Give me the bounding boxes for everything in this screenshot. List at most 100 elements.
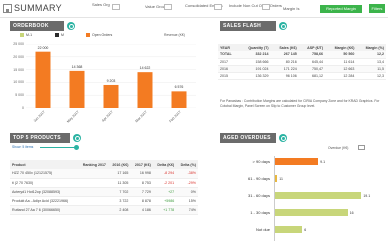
sales-flash-cell: 50 560: [325, 51, 357, 59]
product-cell: 74%: [176, 205, 198, 215]
filter-label-margin: Margin Is: [283, 6, 300, 11]
legend-item-m1: M-1: [20, 33, 32, 37]
aged-overdues-bar[interactable]: [275, 209, 348, 216]
sales-flash-row[interactable]: 2017 158 666 80 216 645,44 11 614 13,4: [218, 58, 386, 66]
top-products-table: Product Ranking 2017 2016 (K€) 2017 (K€)…: [10, 160, 198, 215]
orderbook-header: ORDERBOOK: [10, 21, 64, 31]
filter-label-sales-org: Sales Org: [92, 2, 110, 7]
aged-overdues-currency-note: Overdue (K€): [328, 146, 349, 150]
aged-overdues-bar[interactable]: [275, 192, 362, 199]
col-2016: 2016 (K€): [107, 160, 131, 169]
aged-overdues-bar[interactable]: [275, 175, 278, 182]
orderbook-bar-value: 6 576: [174, 85, 184, 90]
product-cell: 0%: [176, 187, 198, 197]
orderbook-bar-value: 14 368: [71, 64, 83, 69]
product-cell: -38%: [176, 169, 198, 179]
product-cell: 2 408: [107, 205, 131, 215]
sales-flash-row[interactable]: 2015 136 329 96 106 681,12 12 284 12,3: [218, 72, 386, 80]
aged-overdues-category-label: > 90 days: [252, 159, 270, 164]
aged-overdues-category-label: 1 - 30 days: [250, 210, 270, 215]
product-cell: 15%: [176, 196, 198, 206]
product-cell: +1 778: [152, 205, 177, 215]
margin-select[interactable]: Reported Margin: [320, 5, 362, 13]
legend-item-open-orders: Open Orders: [86, 33, 112, 37]
sales-flash-header: SALES FLASH: [220, 21, 276, 31]
aged-overdues-category-label: 31 - 60 days: [247, 193, 270, 198]
aged-overdues-bar-value: 16: [349, 210, 354, 215]
col-margin-pct: Margin (%): [356, 44, 386, 51]
sales-flash-cell: 12 284: [325, 72, 357, 80]
show-items-slider-handle[interactable]: [74, 145, 79, 150]
orderbook-bar-value: 14 622: [139, 66, 151, 71]
product-cell: [77, 169, 108, 179]
product-row[interactable]: Ruttand 27 Aa 7 6 (30066650) 2 408 4 186 +1…: [10, 205, 198, 215]
consolidated-select[interactable]: [214, 4, 222, 10]
sales-flash-cell: 12 663: [325, 65, 357, 73]
orderbook-bar[interactable]: [137, 72, 153, 108]
product-cell: [77, 205, 108, 215]
show-items-selector[interactable]: Show: 5 items: [12, 145, 33, 150]
top-products-info-icon[interactable]: [73, 134, 81, 142]
sales-org-select[interactable]: [112, 4, 120, 10]
col-delta: Delta (K€): [152, 160, 177, 169]
product-row[interactable]: Produkt Aa - Adipr Acid (32221966) 3 722 8…: [10, 196, 198, 206]
aged-overdues-bar-value: 6: [304, 227, 307, 232]
product-row[interactable]: ti (2 70 7630) 11 305 8 753 -2 201 -29%: [10, 178, 198, 188]
orderbook-x-tick: Jun 2017: [32, 110, 46, 124]
sales-flash-row[interactable]: 2016 191 024 171 224 750,47 12 663 11,5: [218, 65, 386, 73]
sales-flash-header-row: YEAR Quantity (T) Sales (K€) ASP (€/T) M…: [218, 44, 386, 51]
legend-item-m: M: [55, 33, 64, 37]
top-products-header: TOP 5 PRODUCTS: [10, 133, 70, 143]
sales-flash-cell: 681,12: [298, 72, 326, 80]
product-row[interactable]: HZZ 70 450x (12121575) 17 165 16 998 -8 294…: [10, 169, 198, 179]
aged-overdues-bar[interactable]: [275, 158, 319, 165]
orderbook-y-tick: 5 000: [15, 93, 24, 98]
aged-overdues-bar-value: 9.1: [320, 159, 326, 164]
show-items-slider[interactable]: [40, 147, 76, 148]
sales-flash-cell: 11,5: [356, 65, 386, 73]
product-cell: 8 878: [130, 196, 153, 206]
aged-overdues-header: AGED OVERDUES: [220, 133, 276, 143]
col-asp: ASP (€/T): [298, 44, 326, 51]
col-sales: Sales (K€): [270, 44, 299, 51]
orderbook-bar-value: 22 000: [37, 45, 49, 50]
orderbook-y-tick: 15 000: [13, 67, 24, 72]
sales-flash-info-icon[interactable]: [279, 22, 287, 30]
filter-label-non-cut: Include Non Cut Open Orders: [229, 3, 282, 8]
top-bar: SUMMARY Sales Org Value Group Consolidat…: [0, 0, 388, 18]
aged-overdues-bar[interactable]: [275, 226, 303, 233]
col-product: Product: [10, 160, 78, 169]
col-margin: Margin (K€): [325, 44, 357, 51]
orderbook-x-tick: May 2017: [66, 110, 80, 124]
filters-button[interactable]: Filters: [369, 4, 385, 13]
product-row[interactable]: Acteryd1 Hot12op (32088593) 7 702 7 729 +27…: [10, 187, 198, 197]
product-cell: +5986: [152, 196, 177, 206]
product-cell: -2 201: [152, 178, 177, 188]
non-cut-select[interactable]: [262, 4, 270, 10]
aged-overdues-info-icon[interactable]: [279, 134, 287, 142]
sales-flash-cell: 12,3: [356, 72, 386, 80]
orderbook-y-tick: 20 000: [13, 54, 24, 59]
product-name-cell: ti (2 70 7630): [10, 178, 78, 188]
product-cell: +27: [152, 187, 177, 197]
page-title: SUMMARY: [14, 3, 62, 13]
sales-flash-cell: 136 329: [238, 72, 271, 80]
orderbook-bar[interactable]: [171, 91, 187, 108]
orderbook-y-tick: 0: [22, 106, 24, 110]
sales-flash-year-cell: 2016: [218, 65, 239, 73]
product-cell: 11 305: [107, 178, 131, 188]
col-delta-pct: Delta (%): [176, 160, 198, 169]
product-cell: 8 753: [130, 178, 153, 188]
col-ranking: Ranking 2017: [77, 160, 108, 169]
product-cell: 7 729: [130, 187, 153, 197]
sales-flash-row[interactable]: TOTAL 332 214 267 145 758,66 50 560 12,2: [218, 51, 386, 59]
currency-toggle[interactable]: [358, 145, 365, 150]
value-group-select[interactable]: [164, 4, 172, 10]
sales-flash-table: YEAR Quantity (T) Sales (K€) ASP (€/T) M…: [218, 44, 386, 80]
sales-flash-cell: 267 145: [270, 51, 299, 59]
orderbook-bar[interactable]: [69, 70, 85, 108]
orderbook-bar[interactable]: [103, 84, 119, 108]
orderbook-info-icon[interactable]: [67, 22, 75, 30]
orderbook-x-tick: Feb 2017: [168, 110, 182, 124]
orderbook-bar[interactable]: [35, 51, 51, 108]
